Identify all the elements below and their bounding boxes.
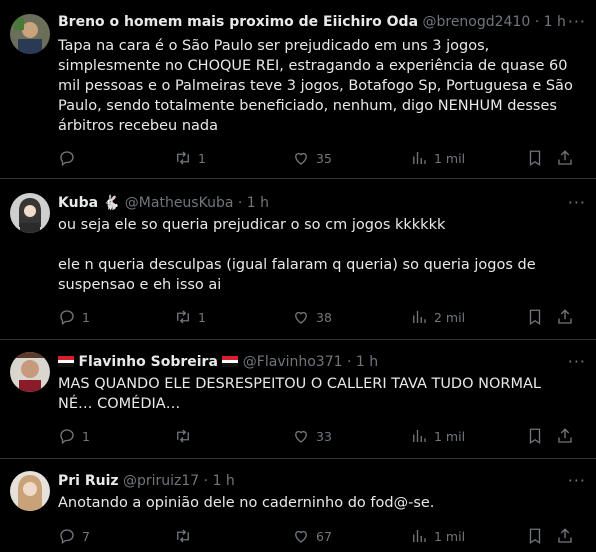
like-icon: [295, 530, 307, 543]
like-button[interactable]: 33: [292, 426, 332, 446]
tweet[interactable]: Breno o homem mais proximo de Eiichiro O…: [0, 0, 596, 179]
bookmark-button[interactable]: [526, 426, 544, 446]
tweet-header: Breno o homem mais proximo de Eiichiro O…: [58, 14, 566, 30]
bookmark-button[interactable]: [526, 307, 544, 327]
like-icon: [295, 311, 307, 324]
user-handle[interactable]: @brenogd2410: [422, 14, 530, 30]
tweet-header: Kuba 🐇 @MatheusKuba · 1 h: [58, 195, 269, 211]
share-icon: [558, 309, 572, 324]
action-bar: 7 67 1 mil: [58, 526, 578, 546]
reply-icon: [60, 151, 74, 167]
reply-icon: [60, 310, 74, 326]
tweet-text: Anotando a opinião dele no caderninho do…: [58, 495, 435, 511]
more-icon[interactable]: ···: [568, 12, 586, 31]
views-button[interactable]: 2 mil: [410, 307, 465, 327]
reply-icon: [60, 429, 74, 445]
tweet-header: Pri Ruiz @priruiz17 · 1 h: [58, 473, 235, 489]
views-icon: [413, 311, 426, 323]
views-count: 1 mil: [434, 150, 466, 166]
retweet-icon: [177, 429, 189, 443]
like-count: 38: [316, 309, 332, 325]
tweet-text: ou seja ele so queria prejudicar o so cm…: [58, 217, 536, 293]
reply-button[interactable]: 1: [58, 426, 90, 446]
views-icon: [413, 152, 426, 164]
action-bar: 1 1 38 2 mil: [58, 307, 578, 327]
bookmark-icon: [529, 309, 541, 326]
views-count: 1 mil: [434, 528, 466, 544]
display-name[interactable]: Kuba 🐇: [58, 195, 120, 211]
like-button[interactable]: 38: [292, 307, 332, 327]
display-name[interactable]: Breno o homem mais proximo de Eiichiro O…: [58, 14, 418, 30]
share-icon: [558, 528, 572, 543]
like-button[interactable]: 67: [292, 526, 332, 546]
tweet-text: Tapa na cara é o São Paulo ser prejudica…: [58, 38, 578, 134]
bookmark-button[interactable]: [526, 148, 544, 168]
bookmark-button[interactable]: [526, 526, 544, 546]
bookmark-icon: [529, 428, 541, 445]
views-button[interactable]: 1 mil: [410, 526, 465, 546]
user-handle[interactable]: @priruiz17: [123, 473, 199, 489]
bookmark-icon: [529, 150, 541, 167]
retweet-button[interactable]: 1: [174, 148, 206, 168]
display-name[interactable]: Pri Ruiz: [58, 473, 119, 489]
retweet-button[interactable]: [174, 526, 198, 546]
action-bar: 1 35 1 mil: [58, 148, 578, 168]
views-button[interactable]: 1 mil: [410, 426, 465, 446]
views-count: 2 mil: [434, 309, 466, 325]
share-button[interactable]: [556, 526, 574, 546]
avatar[interactable]: [10, 352, 50, 392]
reply-count: 7: [82, 528, 90, 544]
more-icon[interactable]: ···: [568, 352, 586, 371]
like-count: 35: [316, 150, 332, 166]
views-button[interactable]: 1 mil: [410, 148, 465, 168]
tweet[interactable]: Kuba 🐇 @MatheusKuba · 1 h ··· ou seja el…: [0, 179, 596, 340]
flag-icon: [58, 356, 74, 368]
timestamp[interactable]: · 1 h: [238, 195, 269, 211]
avatar[interactable]: [10, 193, 50, 233]
like-button[interactable]: 35: [292, 148, 332, 168]
avatar[interactable]: [10, 14, 50, 54]
timestamp[interactable]: · 1 h: [535, 14, 566, 30]
like-icon: [295, 152, 307, 165]
retweet-icon: [177, 529, 189, 543]
reply-count: 1: [82, 428, 90, 444]
reply-button[interactable]: 7: [58, 526, 90, 546]
reply-count: 1: [82, 309, 90, 325]
retweet-button[interactable]: [174, 426, 198, 446]
like-icon: [295, 430, 307, 443]
tweet-text: MAS QUANDO ELE DESRESPEITOU O CALLERI TA…: [58, 376, 546, 412]
action-bar: 1 33 1 mil: [58, 426, 578, 446]
retweet-count: 1: [198, 309, 206, 325]
more-icon[interactable]: ···: [568, 193, 586, 212]
like-count: 67: [316, 528, 332, 544]
views-icon: [413, 530, 426, 542]
retweet-button[interactable]: 1: [174, 307, 206, 327]
views-icon: [413, 430, 426, 442]
retweet-count: 1: [198, 150, 206, 166]
user-handle[interactable]: @MatheusKuba: [125, 195, 234, 211]
tweet[interactable]: Flavinho Sobreira @Flavinho371 · 1 h ···…: [0, 340, 596, 459]
avatar[interactable]: [10, 471, 50, 511]
share-button[interactable]: [556, 148, 574, 168]
share-icon: [558, 150, 572, 165]
user-handle[interactable]: @Flavinho371: [243, 354, 343, 370]
timestamp[interactable]: · 1 h: [347, 354, 378, 370]
timestamp[interactable]: · 1 h: [204, 473, 235, 489]
flag-icon: [222, 356, 239, 368]
reply-button[interactable]: [58, 148, 82, 168]
retweet-icon: [177, 151, 189, 165]
like-count: 33: [316, 428, 332, 444]
tweet[interactable]: Pri Ruiz @priruiz17 · 1 h ··· Anotando a…: [0, 459, 596, 552]
tweet-header: Flavinho Sobreira @Flavinho371 · 1 h: [58, 354, 378, 370]
share-button[interactable]: [556, 307, 574, 327]
display-name[interactable]: Flavinho Sobreira: [78, 354, 217, 370]
reply-icon: [60, 529, 74, 545]
retweet-icon: [177, 310, 189, 324]
more-icon[interactable]: ···: [568, 471, 586, 490]
views-count: 1 mil: [434, 428, 466, 444]
reply-button[interactable]: 1: [58, 307, 90, 327]
share-icon: [558, 428, 572, 443]
bookmark-icon: [529, 528, 541, 545]
share-button[interactable]: [556, 426, 574, 446]
